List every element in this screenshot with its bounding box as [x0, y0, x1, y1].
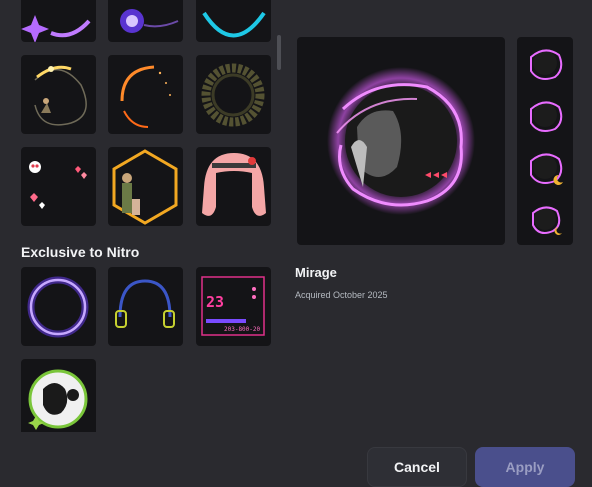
decoration-preview-large	[297, 37, 505, 245]
decoration-tile[interactable]	[21, 267, 96, 346]
decoration-tile[interactable]	[21, 359, 96, 432]
decoration-grid: Exclusive to Nitro 23 203-800-20	[0, 0, 290, 432]
decoration-tile[interactable]	[108, 267, 183, 346]
orange-arc-icon	[120, 65, 171, 128]
decoration-tile[interactable]	[108, 147, 183, 226]
purple-glow-ring-icon	[27, 276, 89, 338]
mirage-avatar-preview-icon	[327, 67, 475, 215]
decoration-tile[interactable]	[196, 55, 271, 134]
digital-frame-icon: 23 203-800-20	[201, 276, 265, 336]
cancel-button[interactable]: Cancel	[367, 447, 467, 487]
preview-size-medium	[525, 95, 565, 135]
golden-string-lights-icon	[34, 65, 87, 126]
mirage-mini-icon	[530, 49, 563, 80]
preview-size-status	[525, 147, 565, 187]
preview-size-large	[525, 43, 565, 83]
apply-button[interactable]: Apply	[475, 447, 575, 487]
decoration-tile[interactable]	[21, 55, 96, 134]
green-cow-ring-icon	[28, 369, 88, 430]
decoration-name: Mirage	[295, 265, 337, 280]
decoration-tile[interactable]	[108, 0, 183, 42]
cyan-ring-icon	[202, 11, 266, 38]
mirage-mini-icon	[530, 101, 563, 132]
preview-size-small	[525, 199, 565, 239]
hearts-skull-icon	[29, 161, 87, 209]
decoration-tile[interactable]	[21, 147, 96, 226]
mirage-mini-moon-icon	[532, 206, 562, 235]
decoration-acquired-date: Acquired October 2025	[295, 290, 388, 300]
digital-number: 23	[206, 293, 224, 311]
decoration-tile[interactable]	[196, 147, 271, 226]
digital-small: 203-800-20	[224, 326, 261, 333]
decoration-tile[interactable]	[21, 0, 96, 42]
mirage-mini-moon-icon	[530, 153, 563, 185]
scrollbar-thumb[interactable]	[277, 35, 281, 70]
decoration-tile[interactable]: 23 203-800-20	[196, 267, 271, 346]
hexagon-figures-icon	[112, 149, 178, 225]
headphones-icon	[115, 279, 175, 328]
pink-hair-icon	[202, 153, 266, 216]
violet-orb-icon	[120, 9, 179, 33]
decoration-preview-sizes	[517, 37, 573, 245]
section-heading-nitro: Exclusive to Nitro	[21, 244, 140, 260]
decoration-tile[interactable]	[196, 0, 271, 42]
olive-gear-ring-icon	[201, 63, 265, 127]
purple-sparkle-icon	[21, 15, 91, 42]
decoration-tile[interactable]	[108, 55, 183, 134]
